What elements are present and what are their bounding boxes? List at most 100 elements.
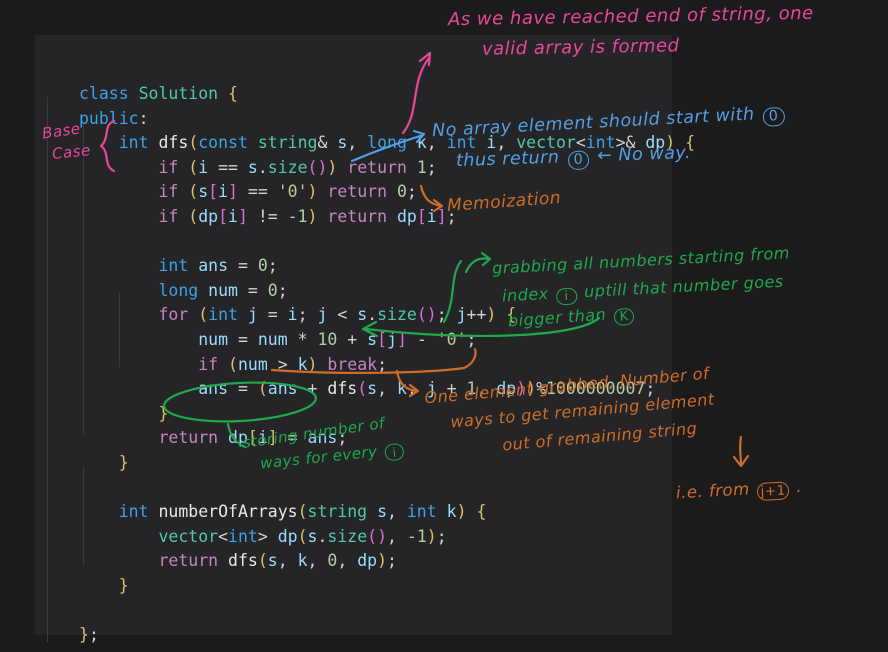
code-token: 0 [327,551,337,570]
code-token: k [298,551,308,570]
code-token: int [228,527,258,546]
code-token: ) [308,355,318,374]
code-token: s [377,502,387,521]
code-token: = [238,281,268,300]
code-token: ; [377,355,387,374]
code-token [218,84,228,103]
code-line[interactable] [79,230,695,255]
code-token: 0 [258,256,268,275]
code-token: ( [198,305,208,324]
code-token: k [417,133,427,152]
code-line[interactable]: int numberOfArrays(string s, int k) { [79,500,695,525]
code-token: '0' [278,182,308,201]
code-token: ; [268,256,278,275]
code-token: return [327,207,397,226]
code-line[interactable]: return dfs(s, k, 0, dp); [79,549,695,574]
code-token: if [158,158,188,177]
code-line[interactable]: vector<int> dp(s.size(), -1); [79,525,695,550]
code-token: ] [437,207,447,226]
code-token: + [337,330,367,349]
code-token: . [317,527,327,546]
code-token: ; [427,158,437,177]
code-token: ) [308,182,318,201]
code-token: , [377,379,397,398]
code-token: i [198,158,208,177]
code-token: = [228,379,258,398]
code-token [317,207,327,226]
code-token: & [317,133,337,152]
code-token: num [238,355,268,374]
code-token: ( [298,502,308,521]
code-token: , [337,551,357,570]
code-token: == [208,158,248,177]
code-token: ( [258,551,268,570]
code-token [79,453,119,472]
code-token: size [327,527,367,546]
code-token: dp [357,551,377,570]
code-token: = [228,330,258,349]
code-token: j [248,305,258,324]
code-token: > [268,355,298,374]
code-token: { [476,502,486,521]
code-token: j [317,305,327,324]
code-line[interactable] [79,476,695,501]
code-token [367,502,377,521]
code-token: int [208,305,248,324]
code-line[interactable] [79,598,695,623]
code-token: s [268,551,278,570]
code-token: int [407,502,447,521]
code-token: { [228,84,238,103]
code-line[interactable]: } [79,574,695,599]
annotated-code-screenshot: { "palette": { "page_bg": "#1b1b1c", "ed… [0,0,888,652]
code-token: return [347,158,417,177]
code-token: [ [208,182,218,201]
code-token: < [327,305,357,324]
code-token [79,551,158,570]
code-token [79,379,198,398]
code-token: : [139,109,149,128]
code-token: ( [357,379,367,398]
code-token: , [387,527,407,546]
code-token: size [268,158,308,177]
code-line[interactable]: if (s[i] == '0') return 0; [79,180,695,205]
code-token: ( [367,527,377,546]
code-token: i [427,207,437,226]
code-token: = [258,305,288,324]
code-line[interactable]: num = num * 10 + s[j] - '0'; [79,328,695,353]
code-token: vector [158,527,218,546]
code-token: -1 [288,207,308,226]
code-token: } [158,404,168,423]
code-line[interactable]: }; [79,623,695,648]
code-token: } [79,625,89,644]
circled-char: j+1 [757,481,789,501]
code-token: ans [268,379,298,398]
code-token: return [327,182,397,201]
code-token: j [387,330,397,349]
code-token: if [158,182,188,201]
code-token: ) [427,527,437,546]
code-token: 10 [317,330,337,349]
code-token: ) [457,502,467,521]
code-token: ) [377,551,387,570]
code-token: dp [198,207,218,226]
code-token: [ [218,207,228,226]
code-token: int [158,256,198,275]
code-token: k [397,379,407,398]
code-token: if [158,207,188,226]
code-token: ] [228,182,238,201]
code-token: 0 [268,281,278,300]
code-line[interactable]: class Solution { [79,82,695,107]
code-token: s [198,182,208,201]
code-token: , [347,133,367,152]
code-token [79,182,158,201]
code-token: dp [278,527,298,546]
code-token [79,158,158,177]
code-line[interactable]: if (dp[i] != -1) return dp[i]; [79,205,695,230]
code-token [79,404,158,423]
code-token: ++ [467,305,487,324]
code-token: ; [437,527,447,546]
code-token: , [308,551,328,570]
code-token: public [79,109,139,128]
code-token [79,207,158,226]
code-token: ) [486,305,496,324]
